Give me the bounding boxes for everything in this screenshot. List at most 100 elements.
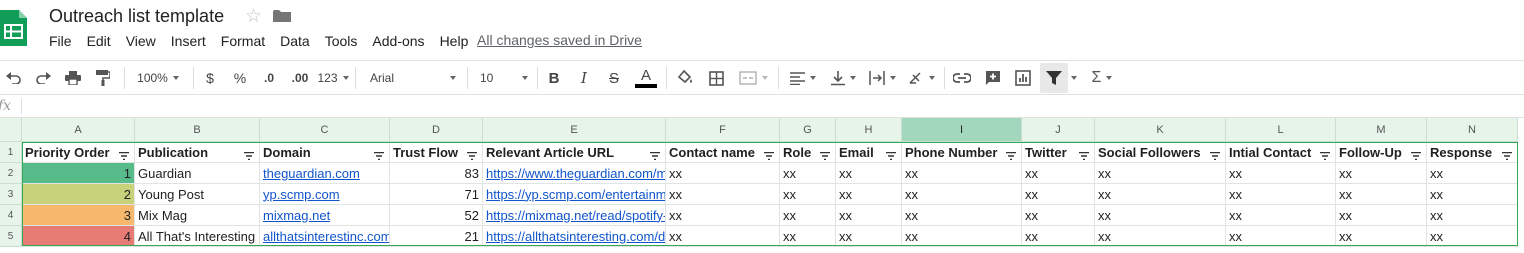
- table-cell[interactable]: xx: [1226, 184, 1336, 205]
- row-header-3[interactable]: 3: [0, 184, 22, 205]
- table-cell[interactable]: xx: [1022, 163, 1095, 184]
- header-cell[interactable]: Email: [836, 142, 902, 163]
- column-header-b[interactable]: B: [135, 118, 260, 142]
- article-url-link[interactable]: https://allthatsinteresting.com/d: [483, 226, 666, 247]
- table-cell[interactable]: xx: [1022, 226, 1095, 247]
- table-cell[interactable]: xx: [1336, 163, 1427, 184]
- column-filter-icon[interactable]: [1079, 148, 1089, 161]
- column-header-l[interactable]: L: [1226, 118, 1336, 142]
- table-cell[interactable]: xx: [902, 163, 1022, 184]
- table-cell[interactable]: xx: [780, 163, 836, 184]
- table-cell[interactable]: xx: [780, 205, 836, 226]
- header-cell[interactable]: Priority Order: [22, 142, 135, 163]
- formula-bar[interactable]: fx: [0, 94, 1524, 118]
- table-cell[interactable]: xx: [666, 205, 780, 226]
- table-cell[interactable]: xx: [836, 226, 902, 247]
- header-cell[interactable]: Role: [780, 142, 836, 163]
- row-header-1[interactable]: 1: [0, 142, 22, 163]
- menu-edit[interactable]: Edit: [87, 33, 111, 49]
- header-cell[interactable]: Relevant Article URL: [483, 142, 666, 163]
- table-cell[interactable]: xx: [1095, 184, 1226, 205]
- header-cell[interactable]: Social Followers: [1095, 142, 1226, 163]
- table-cell[interactable]: xx: [1336, 205, 1427, 226]
- column-header-k[interactable]: K: [1095, 118, 1226, 142]
- text-wrapping-icon[interactable]: [866, 68, 898, 88]
- table-cell[interactable]: xx: [1427, 163, 1518, 184]
- column-header-m[interactable]: M: [1336, 118, 1427, 142]
- functions-button[interactable]: Σ: [1087, 68, 1117, 88]
- table-cell[interactable]: xx: [1095, 226, 1226, 247]
- column-filter-icon[interactable]: [820, 148, 830, 161]
- table-cell[interactable]: xx: [1427, 205, 1518, 226]
- table-cell[interactable]: xx: [1226, 226, 1336, 247]
- borders-icon[interactable]: [706, 68, 726, 88]
- table-cell[interactable]: xx: [1095, 205, 1226, 226]
- table-cell[interactable]: 71: [390, 184, 483, 205]
- row-header-2[interactable]: 2: [0, 163, 22, 184]
- column-header-c[interactable]: C: [260, 118, 390, 142]
- table-cell[interactable]: xx: [1095, 163, 1226, 184]
- fill-color-icon[interactable]: [675, 68, 695, 88]
- italic-button[interactable]: I: [576, 68, 592, 88]
- menu-data[interactable]: Data: [280, 33, 310, 49]
- table-cell[interactable]: xx: [1226, 163, 1336, 184]
- column-filter-icon[interactable]: [886, 148, 896, 161]
- table-cell[interactable]: Guardian: [135, 163, 260, 184]
- table-cell[interactable]: 83: [390, 163, 483, 184]
- select-all-corner[interactable]: [0, 118, 22, 142]
- header-cell[interactable]: Follow-Up: [1336, 142, 1427, 163]
- table-cell[interactable]: xx: [836, 205, 902, 226]
- column-filter-icon[interactable]: [119, 148, 129, 161]
- document-title[interactable]: Outreach list template: [49, 6, 224, 27]
- column-header-g[interactable]: G: [780, 118, 836, 142]
- column-filter-icon[interactable]: [650, 148, 660, 161]
- table-cell[interactable]: xx: [1226, 205, 1336, 226]
- header-cell[interactable]: Publication: [135, 142, 260, 163]
- insert-chart-icon[interactable]: [1013, 68, 1033, 88]
- table-cell[interactable]: xx: [836, 184, 902, 205]
- table-cell[interactable]: 21: [390, 226, 483, 247]
- zoom-select[interactable]: 100%: [132, 68, 184, 88]
- column-header-a[interactable]: A: [22, 118, 135, 142]
- horizontal-align-icon[interactable]: [788, 68, 818, 88]
- header-cell[interactable]: Intial Contact: [1226, 142, 1336, 163]
- bold-button[interactable]: B: [546, 68, 562, 88]
- table-cell[interactable]: xx: [780, 184, 836, 205]
- decrease-decimal-button[interactable]: .0: [258, 68, 280, 88]
- menu-format[interactable]: Format: [221, 33, 265, 49]
- paint-format-icon[interactable]: [94, 68, 112, 88]
- text-rotation-icon[interactable]: [905, 68, 937, 88]
- table-cell[interactable]: 4: [22, 226, 135, 247]
- table-cell[interactable]: All That's Interesting: [135, 226, 260, 247]
- insert-link-icon[interactable]: [952, 68, 972, 88]
- save-status-link[interactable]: All changes saved in Drive: [477, 32, 642, 48]
- table-cell[interactable]: xx: [1022, 205, 1095, 226]
- table-cell[interactable]: xx: [1427, 226, 1518, 247]
- table-cell[interactable]: 52: [390, 205, 483, 226]
- column-filter-icon[interactable]: [1006, 148, 1016, 161]
- column-header-i[interactable]: I: [902, 118, 1022, 142]
- column-header-h[interactable]: H: [836, 118, 902, 142]
- domain-link[interactable]: allthatsinterestinc.com: [260, 226, 390, 247]
- percent-format-button[interactable]: %: [232, 68, 248, 88]
- table-cell[interactable]: xx: [902, 205, 1022, 226]
- table-cell[interactable]: 1: [22, 163, 135, 184]
- font-family-select[interactable]: Arial: [370, 68, 456, 88]
- table-cell[interactable]: xx: [1022, 184, 1095, 205]
- domain-link[interactable]: theguardian.com: [260, 163, 390, 184]
- column-header-e[interactable]: E: [483, 118, 666, 142]
- column-filter-icon[interactable]: [374, 148, 384, 161]
- font-size-select[interactable]: 10: [480, 68, 528, 88]
- header-cell[interactable]: Twitter: [1022, 142, 1095, 163]
- header-cell[interactable]: Contact name: [666, 142, 780, 163]
- currency-format-button[interactable]: $: [203, 68, 217, 88]
- header-cell[interactable]: Domain: [260, 142, 390, 163]
- table-cell[interactable]: xx: [666, 163, 780, 184]
- table-cell[interactable]: xx: [1336, 184, 1427, 205]
- article-url-link[interactable]: https://www.theguardian.com/m: [483, 163, 666, 184]
- filter-views-dropdown[interactable]: [1069, 68, 1079, 88]
- article-url-link[interactable]: https://yp.scmp.com/entertainm: [483, 184, 666, 205]
- row-header-4[interactable]: 4: [0, 205, 22, 226]
- increase-decimal-button[interactable]: .00: [287, 68, 313, 88]
- table-cell[interactable]: xx: [780, 226, 836, 247]
